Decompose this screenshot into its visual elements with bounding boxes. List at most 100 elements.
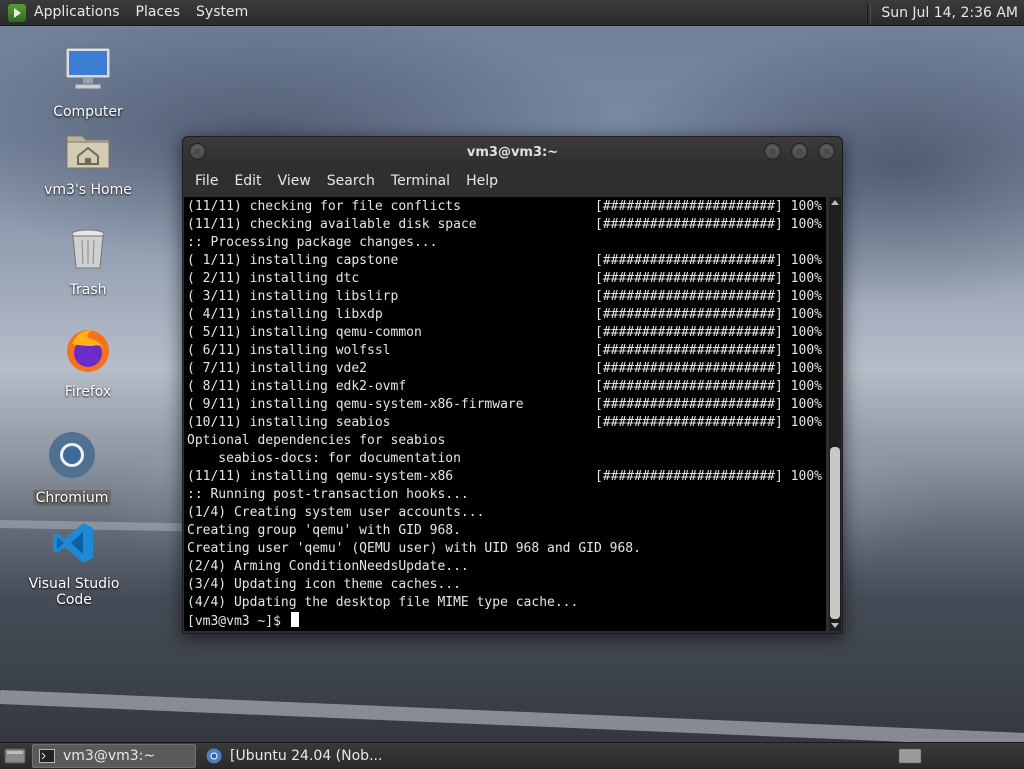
progress-indicator: [######################] 100%	[595, 217, 822, 232]
progress-indicator: [######################] 100%	[595, 253, 822, 268]
vscode-icon	[53, 523, 93, 563]
window-title: vm3@vm3:~	[466, 145, 559, 160]
text-cursor	[290, 612, 299, 627]
desktop-icon-label: vm3's Home	[44, 182, 132, 198]
menu-terminal[interactable]: Terminal	[383, 167, 458, 195]
taskbar-item-terminal[interactable]: vm3@vm3:~	[32, 744, 196, 768]
shell-prompt: [vm3@vm3 ~]$	[187, 614, 289, 629]
terminal-line: seabios-docs: for documentation	[187, 450, 823, 468]
desktop-icon-home[interactable]: vm3's Home	[28, 128, 148, 198]
clock[interactable]: Sun Jul 14, 2:36 AM	[875, 5, 1024, 21]
desktop-icon-label: Visual Studio Code	[28, 576, 120, 608]
terminal-line-text: Creating user 'qemu' (QEMU user) with UI…	[187, 541, 641, 556]
terminal-line-text: (11/11) installing qemu-system-x86	[187, 469, 454, 484]
terminal-line-text: :: Processing package changes...	[187, 235, 438, 250]
minimize-button[interactable]	[764, 143, 781, 160]
terminal-line: ( 7/11) installing vde2 [################…	[187, 360, 823, 378]
terminal-output[interactable]: (11/11) checking for file conflicts [####…	[184, 197, 826, 631]
terminal-line: :: Processing package changes...	[187, 234, 823, 252]
terminal-line-text: ( 8/11) installing edk2-ovmf	[187, 379, 407, 394]
terminal-line: (10/11) installing seabios [#############…	[187, 414, 823, 432]
terminal-line-text: (2/4) Arming ConditionNeedsUpdate...	[187, 559, 469, 574]
terminal-line-text: Optional dependencies for seabios	[187, 433, 446, 448]
terminal-line: ( 5/11) installing qemu-common [#########…	[187, 324, 823, 342]
desktop-icon-trash[interactable]: Trash	[28, 228, 148, 298]
terminal-window[interactable]: vm3@vm3:~ File Edit View Search Terminal…	[182, 136, 843, 634]
menu-applications[interactable]: Applications	[26, 0, 128, 25]
close-button[interactable]	[818, 143, 835, 160]
desktop-icon-label: Chromium	[32, 490, 112, 506]
terminal-line: (3/4) Updating icon theme caches...	[187, 576, 823, 594]
workspace-switcher-icon[interactable]	[898, 747, 922, 765]
scrollbar-thumb[interactable]	[830, 447, 840, 619]
terminal-line: (11/11) checking for file conflicts [####…	[187, 198, 823, 216]
terminal-line: Optional dependencies for seabios	[187, 432, 823, 450]
terminal-line-text: (10/11) installing seabios	[187, 415, 391, 430]
menu-help[interactable]: Help	[458, 167, 506, 195]
terminal-icon	[39, 749, 55, 763]
taskbar-item-label: [Ubuntu 24.04 (Nob...	[230, 748, 383, 764]
taskbar-item-label: vm3@vm3:~	[63, 748, 156, 764]
progress-indicator: [######################] 100%	[595, 343, 822, 358]
menu-search[interactable]: Search	[319, 167, 383, 195]
terminal-line: ( 8/11) installing edk2-ovmf [###########…	[187, 378, 823, 396]
terminal-line-text: ( 1/11) installing capstone	[187, 253, 399, 268]
home-folder-icon	[66, 135, 110, 169]
terminal-line: (11/11) checking available disk space [##…	[187, 216, 823, 234]
menu-view[interactable]: View	[270, 167, 319, 195]
terminal-line-text: ( 7/11) installing vde2	[187, 361, 368, 376]
maximize-button[interactable]	[791, 143, 808, 160]
terminal-line-text: (3/4) Updating icon theme caches...	[187, 577, 461, 592]
terminal-line: ( 9/11) installing qemu-system-x86-firmw…	[187, 396, 823, 414]
menu-file[interactable]: File	[187, 167, 226, 195]
terminal-line-text: ( 6/11) installing wolfssl	[187, 343, 391, 358]
terminal-line: Creating group 'qemu' with GID 968.	[187, 522, 823, 540]
window-titlebar[interactable]: vm3@vm3:~	[183, 137, 842, 167]
desktop-icon-firefox[interactable]: Firefox	[28, 326, 148, 400]
terminal-line-text: Creating group 'qemu' with GID 968.	[187, 523, 461, 538]
terminal-line-text: (4/4) Updating the desktop file MIME typ…	[187, 595, 579, 610]
scroll-up-arrow-icon[interactable]	[831, 200, 839, 205]
progress-indicator: [######################] 100%	[595, 271, 822, 286]
terminal-line-text: (1/4) Creating system user accounts...	[187, 505, 485, 520]
desktop-icon-computer[interactable]: Computer	[28, 44, 148, 120]
progress-indicator: [######################] 100%	[595, 199, 822, 214]
terminal-line-text: ( 5/11) installing qemu-common	[187, 325, 422, 340]
scroll-down-arrow-icon[interactable]	[831, 623, 839, 628]
progress-indicator: [######################] 100%	[595, 415, 822, 430]
progress-indicator: [######################] 100%	[595, 325, 822, 340]
desktop-icon-chromium[interactable]: Chromium	[12, 430, 132, 506]
applications-logo-icon[interactable]	[8, 3, 26, 22]
menu-places[interactable]: Places	[128, 0, 189, 25]
terminal-line: ( 2/11) installing dtc [#################…	[187, 270, 823, 288]
terminal-line: ( 3/11) installing libslirp [############…	[187, 288, 823, 306]
terminal-line-text: :: Running post-transaction hooks...	[187, 487, 469, 502]
taskbar-item-browser[interactable]: [Ubuntu 24.04 (Nob...	[200, 745, 388, 767]
terminal-line: ( 4/11) installing libxdp [##############…	[187, 306, 823, 324]
desktop-icon-label: Firefox	[64, 384, 112, 400]
terminal-prompt-line[interactable]: [vm3@vm3 ~]$	[187, 612, 823, 630]
terminal-line: (11/11) installing qemu-system-x86 [#####…	[187, 468, 823, 486]
panel-separator	[867, 2, 872, 23]
terminal-line-text: (11/11) checking available disk space	[187, 217, 477, 232]
wallpaper-road-line	[0, 690, 1024, 748]
bottom-panel: vm3@vm3:~ [Ubuntu 24.04 (Nob...	[0, 742, 1024, 769]
firefox-icon	[67, 330, 109, 372]
terminal-text: (11/11) checking for file conflicts [####…	[184, 197, 826, 631]
terminal-line: (4/4) Updating the desktop file MIME typ…	[187, 594, 823, 612]
desktop-icon-label: Trash	[69, 282, 107, 298]
terminal-line-text: ( 9/11) installing qemu-system-x86-firmw…	[187, 397, 524, 412]
show-desktop-icon[interactable]	[4, 747, 26, 765]
progress-indicator: [######################] 100%	[595, 379, 822, 394]
terminal-line-text: ( 3/11) installing libslirp	[187, 289, 399, 304]
terminal-line: ( 6/11) installing wolfssl [#############…	[187, 342, 823, 360]
desktop-icon-vscode[interactable]: Visual Studio Code	[14, 520, 134, 608]
menu-edit[interactable]: Edit	[226, 167, 269, 195]
terminal-menubar: File Edit View Search Terminal Help	[183, 167, 842, 195]
menu-system[interactable]: System	[188, 0, 256, 25]
progress-indicator: [######################] 100%	[595, 307, 822, 322]
terminal-scrollbar[interactable]	[829, 197, 841, 631]
terminal-line-text: seabios-docs: for documentation	[187, 451, 461, 466]
progress-indicator: [######################] 100%	[595, 289, 822, 304]
terminal-line: :: Running post-transaction hooks...	[187, 486, 823, 504]
